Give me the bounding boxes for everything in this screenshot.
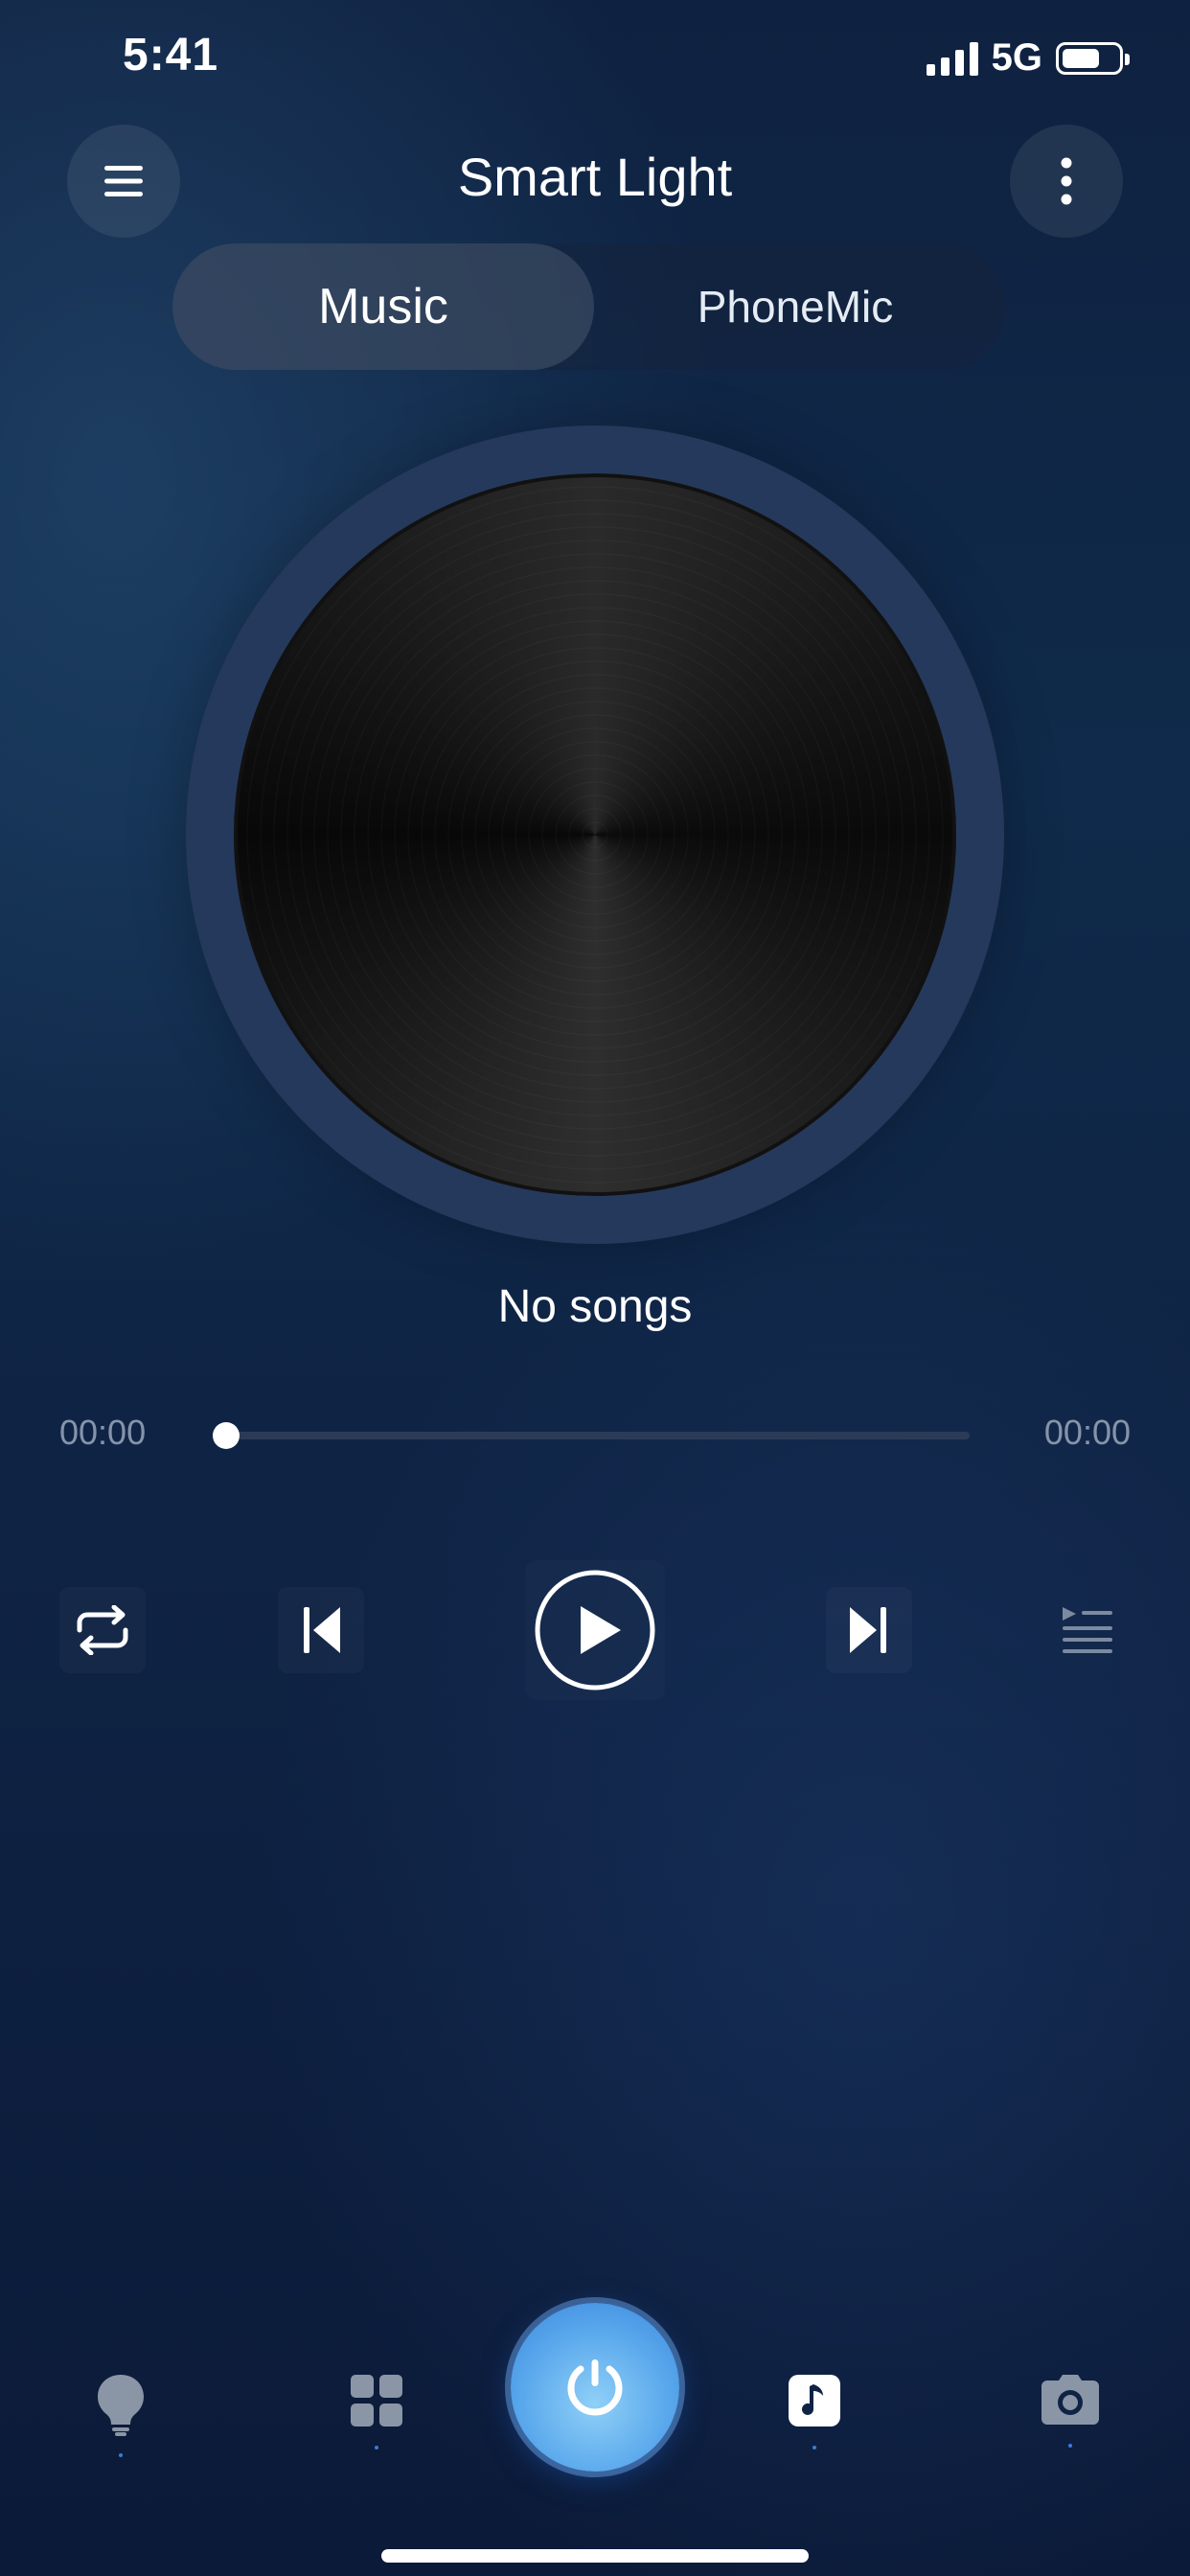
next-button[interactable] — [826, 1587, 912, 1673]
status-time: 5:41 — [123, 30, 219, 80]
play-icon — [535, 1570, 655, 1690]
previous-button[interactable] — [278, 1587, 364, 1673]
progress-track[interactable] — [226, 1432, 970, 1439]
nav-music[interactable] — [771, 2373, 858, 2450]
scenes-grid-icon — [351, 2375, 402, 2426]
nav-camera[interactable] — [1027, 2373, 1113, 2448]
total-time: 00:00 — [1043, 1413, 1131, 1452]
tab-phonemic[interactable]: PhoneMic — [584, 243, 1006, 370]
song-title: No songs — [497, 1281, 693, 1332]
nav-scenes[interactable] — [333, 2373, 420, 2450]
bulb-icon — [98, 2375, 144, 2436]
vinyl-disc — [234, 473, 956, 1196]
power-button[interactable] — [511, 2303, 679, 2472]
battery-icon — [1056, 41, 1130, 75]
progress-thumb[interactable] — [213, 1422, 240, 1449]
home-indicator — [381, 2549, 809, 2563]
status-indicators: 5G — [926, 36, 1130, 80]
next-track-icon — [850, 1607, 886, 1653]
current-time: 00:00 — [59, 1413, 147, 1452]
network-type: 5G — [991, 36, 1042, 79]
power-icon — [567, 2359, 623, 2416]
mode-tabs: Music PhoneMic — [172, 243, 1006, 370]
more-options-button[interactable] — [1010, 125, 1123, 238]
vertical-dots-icon — [1061, 157, 1072, 205]
nav-dot — [119, 2453, 123, 2457]
playlist-icon — [1063, 1607, 1112, 1653]
cellular-signal-icon — [926, 41, 978, 76]
music-note-icon — [789, 2375, 840, 2426]
repeat-icon — [77, 1605, 128, 1655]
nav-dot — [812, 2446, 816, 2450]
nav-bulb[interactable] — [78, 2373, 164, 2457]
nav-dot — [375, 2446, 378, 2450]
repeat-button[interactable] — [59, 1587, 146, 1673]
nav-dot — [1068, 2444, 1072, 2448]
camera-icon — [1041, 2375, 1099, 2425]
playlist-button[interactable] — [1044, 1587, 1131, 1673]
tab-music[interactable]: Music — [172, 243, 594, 370]
play-button[interactable] — [525, 1560, 665, 1700]
previous-track-icon — [304, 1607, 340, 1653]
